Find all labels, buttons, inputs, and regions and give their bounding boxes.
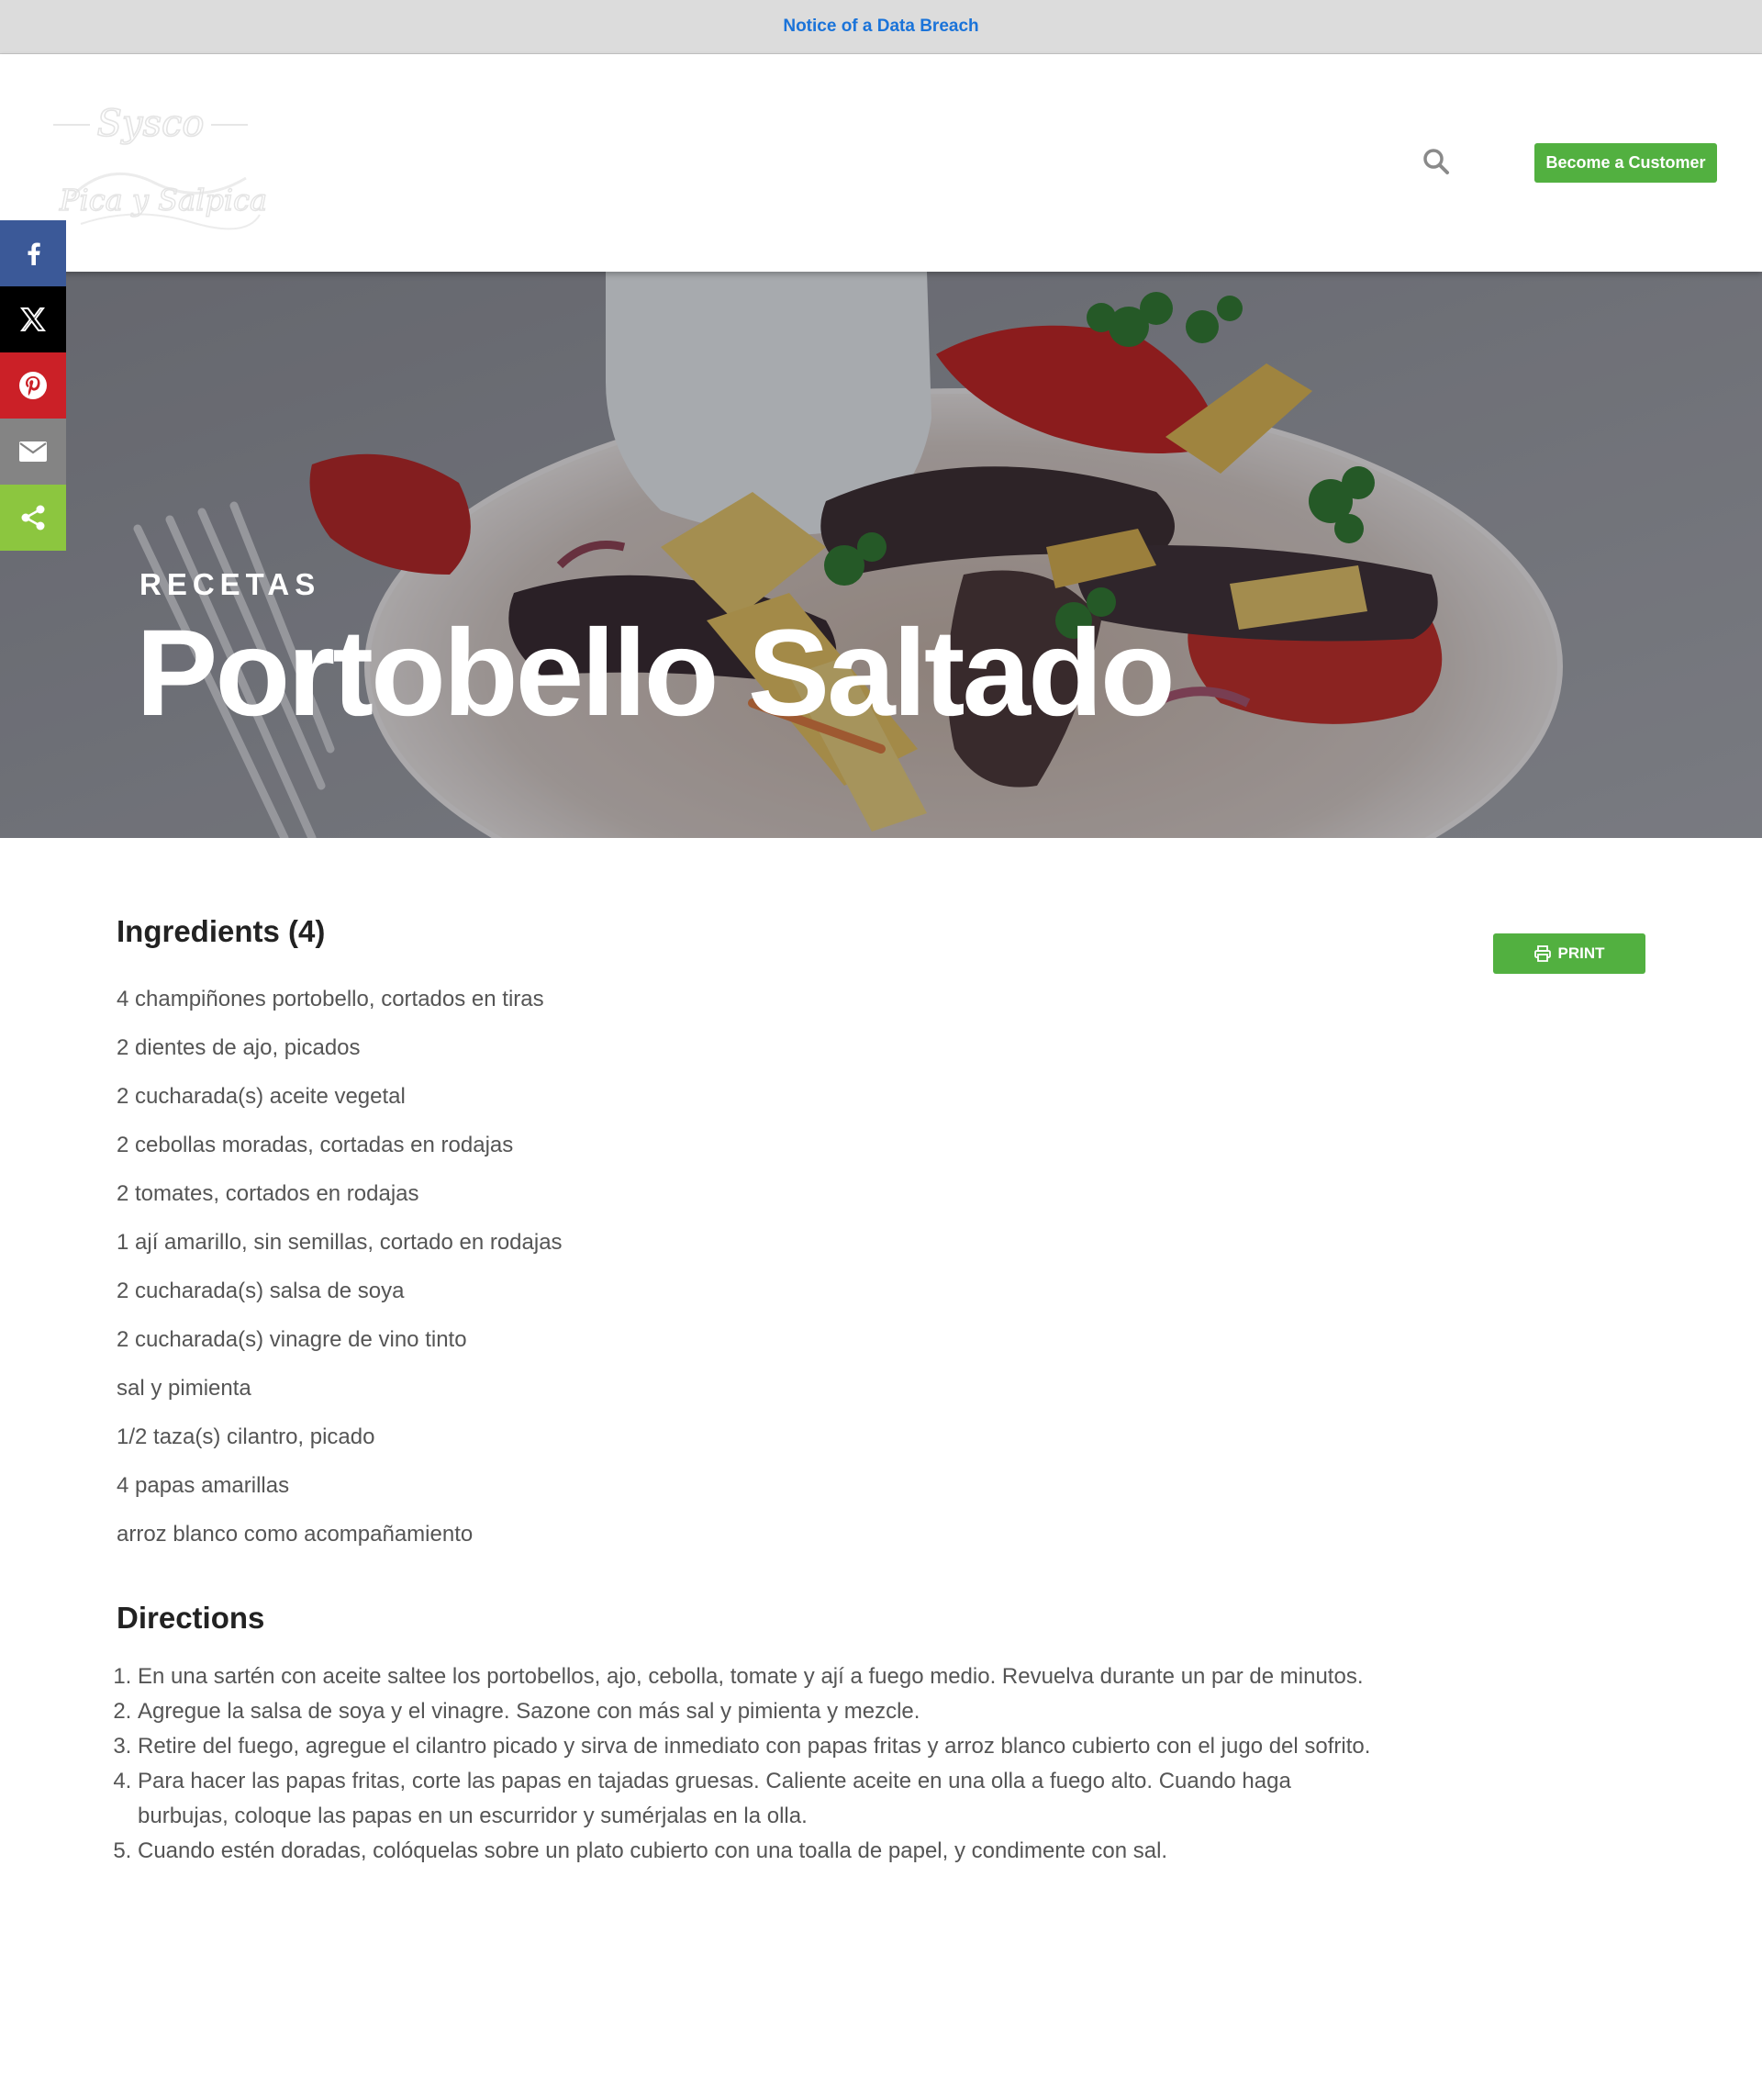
generic-share-button[interactable] (0, 485, 66, 551)
direction-step: Para hacer las papas fritas, corte las p… (138, 1764, 1383, 1834)
hero-banner: RECETAS Portobello Saltado (0, 272, 1762, 838)
ingredient-item: 1/2 taza(s) cilantro, picado (117, 1424, 375, 1449)
directions-heading: Directions (117, 1601, 265, 1635)
recipe-content: Ingredients (4) PRINT 4 champiñones port… (117, 909, 1658, 1869)
facebook-icon (28, 242, 40, 265)
ingredient-item: 2 cucharada(s) aceite vegetal (117, 1084, 406, 1109)
facebook-share-button[interactable] (0, 220, 66, 286)
ingredient-item: arroz blanco como acompañamiento (117, 1522, 474, 1547)
ingredient-item: 4 champiñones portobello, cortados en ti… (117, 987, 544, 1011)
ingredient-item: 2 tomates, cortados en rodajas (117, 1181, 419, 1206)
x-share-button[interactable] (0, 286, 66, 352)
ingredient-item: 2 cucharada(s) salsa de soya (117, 1279, 405, 1303)
share-icon (21, 505, 45, 531)
direction-step: Cuando estén doradas, colóquelas sobre u… (138, 1834, 1383, 1869)
site-logo[interactable]: Sysco Pica y Salpica (53, 95, 268, 242)
direction-step: Agregue la salsa de soya y el vinagre. S… (138, 1694, 1383, 1729)
notice-bar: Notice of a Data Breach (0, 0, 1762, 54)
pinterest-share-button[interactable] (0, 352, 66, 419)
print-button[interactable]: PRINT (1493, 933, 1645, 974)
directions-list: En una sartén con aceite saltee los port… (117, 1659, 1383, 1869)
search-icon (1423, 149, 1449, 174)
data-breach-notice-link[interactable]: Notice of a Data Breach (783, 17, 978, 37)
ingredient-item: sal y pimienta (117, 1376, 251, 1401)
become-customer-button[interactable]: Become a Customer (1534, 143, 1717, 183)
ingredient-item: 1 ají amarillo, sin semillas, cortado en… (117, 1230, 563, 1255)
email-icon (19, 441, 47, 462)
social-share-bar (0, 220, 66, 551)
search-button[interactable] (1421, 146, 1452, 177)
pinterest-icon (19, 372, 47, 399)
logo-graphic: Sysco Pica y Salpica (53, 102, 268, 230)
ingredient-item: 2 cebollas moradas, cortadas en rodajas (117, 1133, 514, 1157)
print-label: PRINT (1557, 944, 1605, 962)
ingredient-item: 2 cucharada(s) vinagre de vino tinto (117, 1327, 467, 1352)
ingredients-heading: Ingredients (4) (117, 914, 326, 948)
hero-category: RECETAS (139, 567, 321, 601)
printer-icon (1533, 945, 1551, 962)
x-twitter-icon (20, 307, 46, 331)
hero-overlay (0, 272, 1762, 838)
recipe-title: Portobello Saltado (136, 605, 1176, 742)
ingredient-item: 4 papas amarillas (117, 1473, 290, 1498)
ingredients-list: 4 champiñones portobello, cortados en ti… (117, 975, 1658, 1558)
direction-step: Retire del fuego, agregue el cilantro pi… (138, 1729, 1383, 1764)
logo-text-bottom: Pica y Salpica (59, 183, 266, 218)
ingredient-item: 2 dientes de ajo, picados (117, 1035, 361, 1060)
site-header: Sysco Pica y Salpica Become a Customer (0, 54, 1762, 272)
direction-step: En una sartén con aceite saltee los port… (138, 1659, 1383, 1694)
logo-text-top: Sysco (96, 103, 204, 145)
email-share-button[interactable] (0, 419, 66, 485)
